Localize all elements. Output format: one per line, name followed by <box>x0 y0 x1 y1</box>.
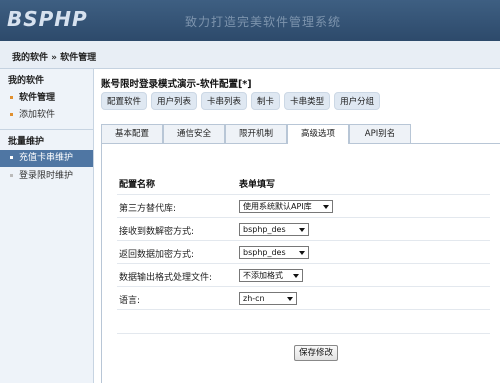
select-value: 不添加格式 <box>243 271 283 280</box>
pill-user-group[interactable]: 用户分组 <box>334 92 381 110</box>
row-divider <box>117 217 490 218</box>
page-title: 账号限时登录模式演示-软件配置[*] <box>101 79 252 90</box>
app-header: BSPHP 致力打造完美软件管理系统 <box>0 0 500 41</box>
row-label-return-encrypt: 返回数据加密方式: <box>119 250 195 260</box>
return-encrypt-select[interactable]: bsphp_des <box>239 246 309 259</box>
row-divider <box>117 309 490 310</box>
pill-make-card[interactable]: 制卡 <box>251 92 281 110</box>
tab-basic-config[interactable]: 基本配置 <box>101 124 163 144</box>
brand-logo: BSPHP <box>7 7 88 31</box>
tab-comm-security[interactable]: 通信安全 <box>163 124 225 144</box>
sidebar-item-software-manage[interactable]: 软件管理 <box>0 90 93 107</box>
sidebar-item-add-software[interactable]: 添加软件 <box>0 107 93 124</box>
select-value: zh-cn <box>243 294 265 303</box>
action-pill-bar: 配置软件 用户列表 卡串列表 制卡 卡串类型 用户分组 <box>101 92 381 110</box>
tab-bar: 基本配置 通信安全 限开机制 高级选项 API别名 <box>101 124 500 145</box>
bullet-icon <box>10 156 13 159</box>
column-header-name: 配置名称 <box>119 180 156 190</box>
select-value: 使用系统默认API库 <box>243 202 312 211</box>
chevron-down-icon <box>293 274 299 278</box>
select-value: bsphp_des <box>243 225 286 234</box>
row-label-receive-decrypt: 接收到数解密方式: <box>119 227 195 237</box>
breadcrumb-bar: 我的软件 » 软件管理 <box>0 41 500 69</box>
bullet-icon <box>10 174 13 177</box>
row-label-language: 语言: <box>119 296 141 306</box>
breadcrumb: 我的软件 » 软件管理 <box>12 53 97 63</box>
form-footer-divider <box>117 333 490 334</box>
tab-limit-mechanism[interactable]: 限开机制 <box>225 124 287 144</box>
brand-slogan: 致力打造完美软件管理系统 <box>185 15 342 29</box>
sidebar-item-label: 软件管理 <box>19 93 56 103</box>
sidebar-item-label: 登录限时维护 <box>19 171 74 181</box>
row-divider <box>117 194 490 195</box>
sidebar-group-my-software: 我的软件 <box>8 76 45 86</box>
row-divider <box>117 263 490 264</box>
row-label-output-format: 数据输出格式处理文件: <box>119 273 213 283</box>
chevron-down-icon <box>299 251 305 255</box>
sidebar-item-label: 添加软件 <box>19 110 56 120</box>
column-header-value: 表单填写 <box>239 180 276 190</box>
output-format-select[interactable]: 不添加格式 <box>239 269 303 282</box>
sidebar-item-login-limit[interactable]: 登录限时维护 <box>0 168 93 185</box>
sidebar-group-batch: 批量维护 <box>8 137 45 147</box>
third-party-lib-select[interactable]: 使用系统默认API库 <box>239 200 333 213</box>
pill-configure-software[interactable]: 配置软件 <box>101 92 148 110</box>
chevron-down-icon <box>299 228 305 232</box>
pill-card-type[interactable]: 卡串类型 <box>284 92 331 110</box>
row-label-third-party-lib: 第三方替代库: <box>119 204 177 214</box>
pill-card-list[interactable]: 卡串列表 <box>201 92 248 110</box>
sidebar-divider <box>0 129 93 130</box>
pill-user-list[interactable]: 用户列表 <box>151 92 198 110</box>
save-button[interactable]: 保存修改 <box>294 345 338 361</box>
language-select[interactable]: zh-cn <box>239 292 297 305</box>
row-divider <box>117 286 490 287</box>
tab-advanced-options[interactable]: 高级选项 <box>287 124 349 145</box>
row-divider <box>117 240 490 241</box>
sidebar-item-card-maintain[interactable]: 充值卡串维护 <box>0 150 93 167</box>
tab-api-alias[interactable]: API别名 <box>349 124 411 144</box>
select-value: bsphp_des <box>243 248 286 257</box>
bullet-icon <box>10 113 13 116</box>
sidebar: 我的软件 软件管理 添加软件 批量维护 充值卡串维护 登录限时维护 <box>0 69 94 383</box>
chevron-down-icon <box>323 205 329 209</box>
sidebar-item-label: 充值卡串维护 <box>19 153 74 163</box>
chevron-down-icon <box>287 297 293 301</box>
bullet-icon <box>10 96 13 99</box>
receive-decrypt-select[interactable]: bsphp_des <box>239 223 309 236</box>
